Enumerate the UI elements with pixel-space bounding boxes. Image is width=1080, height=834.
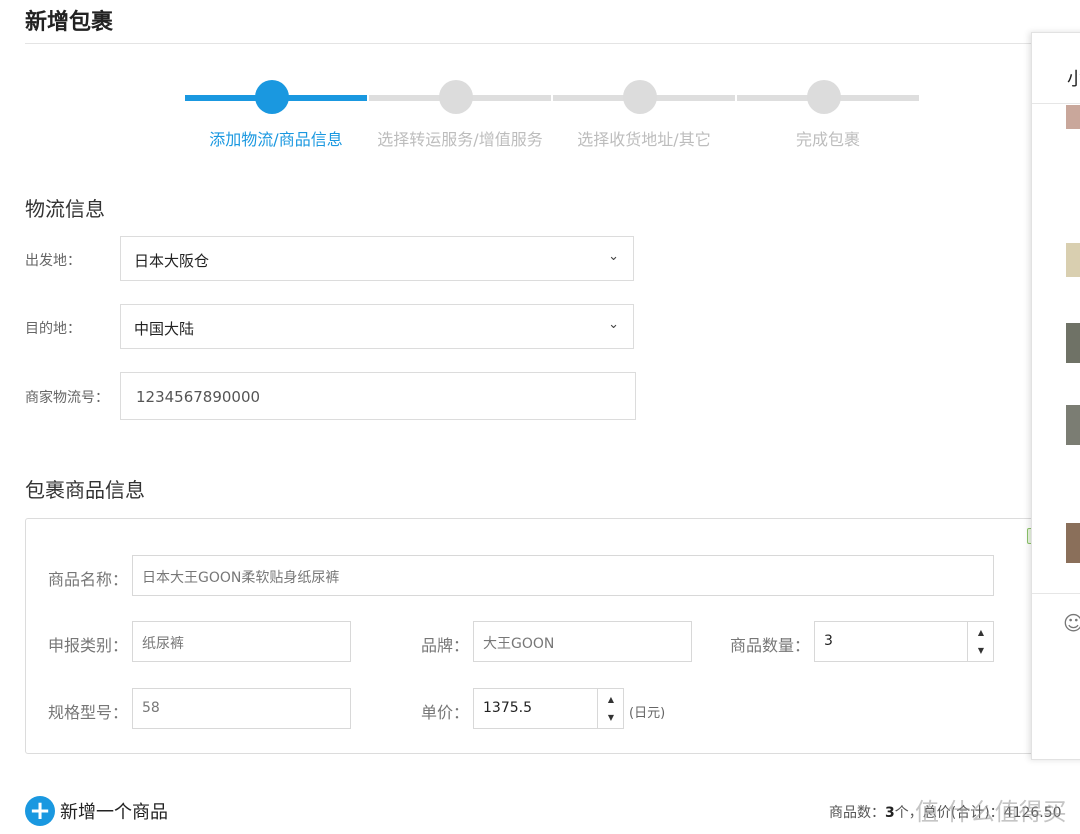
- price-value: 1375.5: [483, 700, 532, 716]
- logistics-section-title: 物流信息: [25, 197, 105, 221]
- origin-select-value: 日本大阪仓: [134, 252, 210, 270]
- tracking-input-value: 1234567890000: [136, 388, 261, 406]
- tracking-input[interactable]: 1234567890000: [120, 372, 636, 420]
- spec-input[interactable]: 58: [132, 688, 351, 729]
- step-dot-2: [439, 80, 473, 114]
- side-panel: 小 ☺: [1031, 32, 1080, 760]
- side-panel-divider-2: [1032, 593, 1080, 594]
- category-value: 纸尿裤: [142, 636, 184, 652]
- tracking-label: 商家物流号：: [25, 390, 109, 406]
- spin-down-icon[interactable]: ▼: [598, 713, 624, 722]
- spin-up-icon[interactable]: ▲: [598, 695, 624, 704]
- step-dot-3: [623, 80, 657, 114]
- step-label-2: 选择转运服务/增值服务: [377, 130, 543, 149]
- price-unit: (日元): [629, 706, 666, 721]
- step-label-4: 完成包裹: [795, 130, 861, 149]
- chevron-down-icon: ⌄: [608, 317, 619, 332]
- spin-up-icon[interactable]: ▲: [968, 628, 994, 637]
- step-dot-1: [255, 80, 289, 114]
- thumbnail-4[interactable]: [1066, 405, 1080, 445]
- step-label-1: 添加物流/商品信息: [209, 130, 343, 149]
- quantity-label: 商品数量：: [730, 636, 811, 655]
- chevron-down-icon: ⌄: [608, 249, 619, 264]
- side-panel-divider: [1032, 103, 1080, 104]
- price-spin[interactable]: ▲ ▼: [597, 689, 623, 728]
- brand-input[interactable]: 大王GOON: [473, 621, 692, 662]
- thumbnail-5[interactable]: [1066, 523, 1080, 563]
- price-stepper[interactable]: 1375.5 ▲ ▼: [473, 688, 624, 729]
- watermark: 值 什么值得买: [915, 798, 1067, 826]
- quantity-value: 3: [824, 633, 833, 649]
- goods-name-value: 日本大王GOON柔软贴身纸尿裤: [142, 570, 340, 586]
- origin-select[interactable]: 日本大阪仓 ⌄: [120, 236, 634, 281]
- step-dot-4: [807, 80, 841, 114]
- origin-label: 出发地：: [25, 253, 81, 269]
- side-panel-head: 小: [1067, 65, 1080, 91]
- plus-circle-icon: +: [25, 796, 55, 826]
- step-label-3: 选择收货地址/其它: [577, 130, 711, 149]
- add-item-button[interactable]: + 新增一个商品: [25, 795, 168, 827]
- spec-value: 58: [142, 700, 160, 716]
- thumbnail-3[interactable]: [1066, 323, 1080, 363]
- category-input[interactable]: 纸尿裤: [132, 621, 351, 662]
- thumbnail-1[interactable]: [1066, 105, 1080, 129]
- destination-select[interactable]: 中国大陆 ⌄: [120, 304, 634, 349]
- spin-down-icon[interactable]: ▼: [968, 646, 994, 655]
- page-title: 新增包裹: [25, 10, 114, 35]
- goods-panel: 商品名称： 日本大王GOON柔软贴身纸尿裤 申报类别： 纸尿裤 品牌： 大王GO…: [25, 518, 1040, 754]
- destination-select-value: 中国大陆: [134, 320, 195, 338]
- quantity-stepper[interactable]: 3 ▲ ▼: [814, 621, 994, 662]
- price-label: 单价：: [421, 703, 470, 722]
- brand-label: 品牌：: [421, 636, 470, 655]
- brand-value: 大王GOON: [483, 636, 555, 652]
- goods-name-input[interactable]: 日本大王GOON柔软贴身纸尿裤: [132, 555, 994, 596]
- goods-section-title: 包裹商品信息: [25, 478, 145, 502]
- summary-count-label: 商品数：: [829, 805, 885, 821]
- add-item-label: 新增一个商品: [60, 802, 168, 823]
- title-divider: [25, 43, 1035, 44]
- category-label: 申报类别：: [48, 636, 129, 655]
- destination-label: 目的地：: [25, 321, 81, 337]
- quantity-spin[interactable]: ▲ ▼: [967, 622, 993, 661]
- spec-label: 规格型号：: [48, 703, 129, 722]
- goods-name-label: 商品名称：: [48, 570, 129, 589]
- summary-count-value: 3: [885, 805, 895, 821]
- thumbnail-2[interactable]: [1066, 243, 1080, 277]
- smile-icon[interactable]: ☺: [1063, 611, 1080, 635]
